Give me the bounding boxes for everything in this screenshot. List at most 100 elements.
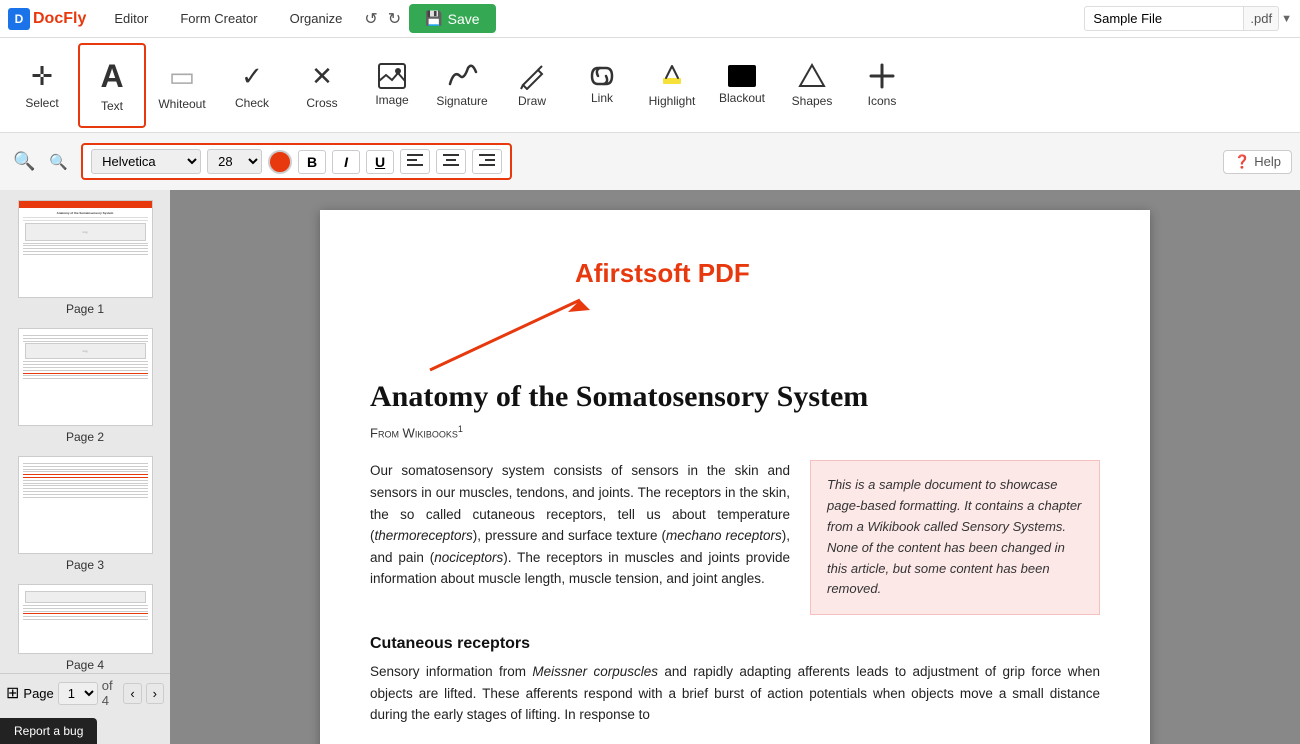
page-nav-bar: ⊞ Page 1 234 of 4 ‹ ›	[0, 673, 170, 712]
bold-button[interactable]: B	[298, 150, 326, 174]
undo-button[interactable]: ↺	[360, 7, 381, 31]
tool-signature-label: Signature	[436, 94, 487, 108]
align-left-button[interactable]	[400, 149, 430, 174]
pdf-source: From Wikibooks1	[370, 424, 1100, 440]
thumbnail-page-4[interactable]: Page 4	[8, 584, 162, 672]
tool-check[interactable]: ✓ Check	[218, 43, 286, 128]
pdf-intro-paragraph: Our somatosensory system consists of sen…	[370, 460, 790, 590]
logo-letter: D	[15, 12, 24, 26]
top-nav: D DocFly Editor Form Creator Organize ↺ …	[0, 0, 1300, 38]
pdf-intro-column: Our somatosensory system consists of sen…	[370, 460, 790, 615]
pdf-page: Afirstsoft PDF Anatomy of the Somatosens…	[320, 210, 1150, 744]
font-size-select[interactable]: 28 81012 141618 202432	[207, 149, 262, 174]
file-name-area: .pdf ▼	[1084, 6, 1292, 31]
thumb-img-2: img	[18, 328, 153, 426]
main-area: Anatomy of the Somatosensory System img …	[0, 190, 1300, 744]
logo-icon: D	[8, 8, 30, 30]
file-name-input[interactable]	[1084, 6, 1244, 31]
tool-draw-label: Draw	[518, 94, 546, 108]
help-label: Help	[1254, 154, 1281, 169]
prev-page-button[interactable]: ‹	[123, 683, 141, 704]
tool-link[interactable]: Link	[568, 43, 636, 128]
watermark-title: Afirstsoft PDF	[575, 258, 750, 289]
align-center-button[interactable]	[436, 149, 466, 174]
zoom-controls: 🔍 🔍	[8, 149, 73, 174]
thumbnail-page-3[interactable]: Page 3	[8, 456, 162, 572]
page-label: Page	[23, 686, 53, 701]
tool-select[interactable]: ✛ Select	[8, 43, 76, 128]
pdf-sidebar-box: This is a sample document to showcase pa…	[810, 460, 1100, 615]
draw-icon	[518, 62, 546, 90]
pdf-content-row: Our somatosensory system consists of sen…	[370, 460, 1100, 615]
tool-cross[interactable]: ✕ Cross	[288, 43, 356, 128]
text-color-button[interactable]	[268, 150, 292, 174]
tool-text[interactable]: A Text	[78, 43, 146, 128]
main-toolbar: ✛ Select A Text ▭ Whiteout ✓ Check ✕ Cro…	[0, 38, 1300, 133]
next-page-button[interactable]: ›	[146, 683, 164, 704]
tool-shapes-label: Shapes	[792, 94, 833, 108]
tool-whiteout-label: Whiteout	[158, 97, 205, 111]
undo-redo-group: ↺ ↻	[360, 7, 405, 31]
italic-button[interactable]: I	[332, 150, 360, 174]
save-label: Save	[448, 11, 480, 27]
tool-shapes[interactable]: Shapes	[778, 43, 846, 128]
save-icon: 💾	[425, 10, 442, 27]
text-icon: A	[100, 58, 123, 95]
tool-image-label: Image	[375, 93, 408, 107]
zoom-out-button[interactable]: 🔍	[8, 149, 40, 174]
whiteout-icon: ▭	[169, 60, 195, 93]
redo-button[interactable]: ↻	[384, 7, 405, 31]
align-right-button[interactable]	[472, 149, 502, 174]
pdf-sidebar-text: This is a sample document to showcase pa…	[827, 477, 1081, 596]
tool-icons[interactable]: Icons	[848, 43, 916, 128]
cross-icon: ✕	[311, 61, 333, 92]
thumb-label-1: Page 1	[66, 302, 104, 316]
image-icon	[378, 63, 406, 89]
thumb-label-3: Page 3	[66, 558, 104, 572]
grid-icon[interactable]: ⊞	[6, 683, 19, 703]
signature-icon	[446, 62, 478, 90]
pdf-section-cutaneous: Cutaneous receptors	[370, 635, 1100, 653]
shapes-icon	[797, 62, 827, 90]
file-extension: .pdf	[1244, 6, 1279, 31]
format-toolbar: Helvetica Arial Times New Roman Georgia …	[81, 143, 512, 180]
nav-tab-organize[interactable]: Organize	[276, 5, 357, 32]
thumb-img-1: Anatomy of the Somatosensory System img	[18, 200, 153, 298]
nav-tab-form-creator[interactable]: Form Creator	[166, 5, 271, 32]
file-ext-dropdown-icon[interactable]: ▼	[1281, 13, 1292, 25]
thumb-img-4	[18, 584, 153, 654]
pdf-main-title: Anatomy of the Somatosensory System	[370, 380, 1100, 414]
underline-button[interactable]: U	[366, 150, 394, 174]
tool-image[interactable]: Image	[358, 43, 426, 128]
tool-link-label: Link	[591, 91, 613, 105]
tool-blackout-label: Blackout	[719, 91, 765, 105]
zoom-in-button[interactable]: 🔍	[44, 151, 73, 173]
link-icon	[586, 65, 618, 87]
nav-tab-editor[interactable]: Editor	[100, 5, 162, 32]
tool-blackout[interactable]: Blackout	[708, 43, 776, 128]
tool-whiteout[interactable]: ▭ Whiteout	[148, 43, 216, 128]
check-icon: ✓	[241, 61, 263, 92]
pdf-content-area[interactable]: Afirstsoft PDF Anatomy of the Somatosens…	[170, 190, 1300, 744]
logo: D DocFly	[8, 8, 86, 30]
tool-text-label: Text	[101, 99, 123, 113]
tool-highlight[interactable]: Highlight	[638, 43, 706, 128]
help-button[interactable]: ❓ Help	[1223, 150, 1292, 174]
tool-signature[interactable]: Signature	[428, 43, 496, 128]
thumbnail-page-2[interactable]: img Page 2	[8, 328, 162, 444]
highlight-icon	[658, 62, 686, 90]
icons-icon	[868, 62, 896, 90]
page-number-select[interactable]: 1 234	[58, 682, 98, 705]
blackout-icon	[728, 65, 756, 87]
help-icon: ❓	[1234, 154, 1250, 170]
save-button[interactable]: 💾 Save	[409, 4, 495, 33]
thumb-label-2: Page 2	[66, 430, 104, 444]
thumbnail-sidebar: Anatomy of the Somatosensory System img …	[0, 190, 170, 744]
select-icon: ✛	[31, 61, 53, 92]
font-family-select[interactable]: Helvetica Arial Times New Roman Georgia	[91, 149, 201, 174]
tool-draw[interactable]: Draw	[498, 43, 566, 128]
thumb-img-3	[18, 456, 153, 554]
thumb-label-4: Page 4	[66, 658, 104, 672]
thumbnail-page-1[interactable]: Anatomy of the Somatosensory System img …	[8, 200, 162, 316]
report-bug-button[interactable]: Report a bug	[0, 718, 97, 744]
